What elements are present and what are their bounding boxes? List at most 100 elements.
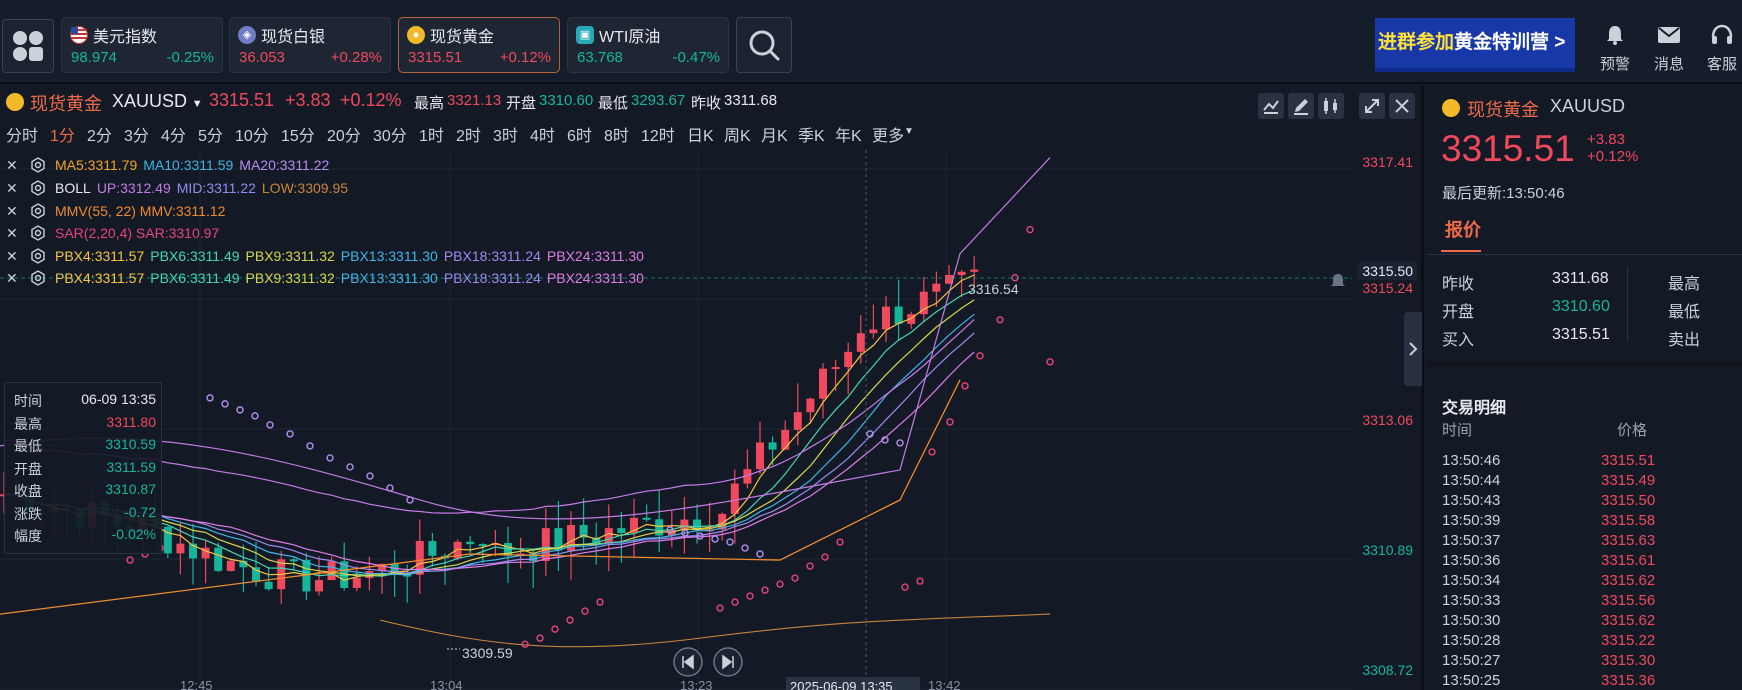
- search-button[interactable]: [736, 17, 792, 73]
- panel-symbol-name: 现货黄金: [1467, 100, 1539, 120]
- interval-tab[interactable]: 1时: [419, 122, 444, 146]
- x-axis-label: 13:04: [430, 678, 463, 690]
- trade-row: 13:50:37 3315.63: [1442, 532, 1655, 552]
- expand-side-panel-button[interactable]: [1404, 312, 1422, 386]
- interval-tab[interactable]: 日K: [687, 122, 714, 146]
- interval-tab[interactable]: 30分: [373, 122, 407, 146]
- sar-dot: [916, 577, 924, 585]
- indicator-values: SAR(2,20,4) SAR:3310.97: [55, 225, 225, 241]
- y-axis-label: 3310.89: [1362, 542, 1413, 558]
- ticker-spot-silver[interactable]: ◈ 现货白银 36.053 +0.28%: [229, 17, 391, 73]
- interval-tab[interactable]: 8时: [604, 122, 629, 146]
- draw-button[interactable]: [1288, 93, 1314, 119]
- settings-icon[interactable]: [30, 270, 46, 286]
- interval-tab[interactable]: 4分: [161, 122, 186, 146]
- high-label: 最高: [414, 95, 445, 112]
- interval-tab[interactable]: 月K: [761, 122, 788, 146]
- fullscreen-button[interactable]: [1359, 93, 1385, 119]
- sar-dot: [756, 550, 764, 558]
- ticker-usd-index[interactable]: 美元指数 98.974 -0.25%: [61, 17, 223, 73]
- indicator-value: MA5:3311.79: [55, 157, 138, 173]
- remove-indicator-icon[interactable]: ✕: [6, 225, 22, 241]
- indicator-value: UP:3312.49: [96, 180, 171, 196]
- y-axis-label: 3315.24: [1362, 280, 1413, 296]
- interval-tab[interactable]: 周K: [724, 122, 751, 146]
- candle-body: [214, 547, 223, 571]
- indicator-value: PBX18:3311.24: [443, 248, 541, 264]
- indicator-value: PBX9:3311.32: [245, 248, 335, 264]
- promo-banner[interactable]: 进群参加黄金特训营 >: [1375, 18, 1575, 72]
- trade-time: 13:50:39: [1442, 512, 1501, 529]
- remove-indicator-icon[interactable]: ✕: [6, 180, 22, 196]
- close-chart-button[interactable]: [1389, 93, 1415, 119]
- interval-tab[interactable]: 20分: [327, 122, 361, 146]
- indicator-values: PBX4:3311.57 PBX6:3311.49 PBX9:3311.32 PBX1…: [55, 248, 650, 264]
- indicator-value: PBX6:3311.49: [150, 248, 240, 264]
- candle-body: [176, 543, 185, 554]
- search-icon: [749, 30, 780, 61]
- remove-indicator-icon[interactable]: ✕: [6, 248, 22, 264]
- tab-quote[interactable]: 报价: [1445, 216, 1481, 242]
- interval-tab[interactable]: 1分: [50, 122, 75, 146]
- panel-change-pct: +0.12%: [1587, 148, 1639, 165]
- trade-time: 13:50:30: [1442, 612, 1501, 629]
- ticker-wti-oil[interactable]: ▣ WTI原油 63.768 -0.47%: [567, 17, 729, 73]
- interval-tab[interactable]: 2分: [87, 122, 112, 146]
- top-bar: 美元指数 98.974 -0.25% ◈ 现货白银 36.053 +0.28% …: [0, 0, 1742, 84]
- interval-tab[interactable]: 5分: [198, 122, 223, 146]
- quote-label: 最低: [1668, 304, 1701, 321]
- candle-body: [793, 412, 802, 430]
- settings-icon[interactable]: [30, 225, 46, 241]
- trade-time: 13:50:25: [1442, 672, 1501, 689]
- support-button[interactable]: 客服: [1697, 24, 1742, 74]
- ohlc-row: 收盘 3310.87: [14, 481, 156, 501]
- remove-indicator-icon[interactable]: ✕: [6, 157, 22, 173]
- open-label: 开盘: [506, 95, 537, 112]
- settings-icon[interactable]: [30, 157, 46, 173]
- messages-button[interactable]: 消息: [1644, 24, 1694, 74]
- remove-indicator-icon[interactable]: ✕: [6, 270, 22, 286]
- settings-icon[interactable]: [30, 248, 46, 264]
- candle-body: [756, 442, 764, 470]
- chart-type-button[interactable]: [1318, 93, 1344, 119]
- ticker-change: +0.28%: [330, 49, 382, 66]
- trade-time: 13:50:36: [1442, 552, 1501, 569]
- settings-icon[interactable]: [30, 203, 46, 219]
- interval-tab[interactable]: 4时: [530, 122, 555, 146]
- symbol-selector[interactable]: XAUUSD ▼: [112, 91, 203, 112]
- gold-coin-icon: [6, 93, 24, 111]
- interval-tab[interactable]: 季K: [798, 122, 825, 146]
- trade-time: 13:50:43: [1442, 492, 1501, 509]
- remove-indicator-icon[interactable]: ✕: [6, 203, 22, 219]
- tool-label: 客服: [1706, 56, 1737, 73]
- candle-body: [642, 517, 651, 520]
- promo-text: 黄金特训营 >: [1454, 32, 1566, 53]
- expand-icon: [1365, 99, 1379, 113]
- sar-dot: [521, 640, 529, 648]
- crosshair-time-label: 2025-06-09 13:35: [790, 679, 893, 690]
- settings-icon[interactable]: [30, 180, 46, 196]
- interval-tab[interactable]: 更多: [872, 122, 904, 146]
- ohlc-row: 时间 06-09 13:35: [14, 391, 156, 411]
- interval-tab[interactable]: 12时: [641, 122, 675, 146]
- interval-tab[interactable]: 15分: [281, 122, 315, 146]
- indicator-value: MA10:3311.59: [143, 157, 234, 173]
- trade-time: 13:50:34: [1442, 572, 1501, 589]
- interval-tab[interactable]: 6时: [567, 122, 592, 146]
- quote-value: 3311.68: [1552, 270, 1609, 287]
- sar-dot: [731, 598, 739, 606]
- interval-tab[interactable]: 3时: [493, 122, 518, 146]
- interval-tab[interactable]: 2时: [456, 122, 481, 146]
- indicator-button[interactable]: [1258, 93, 1284, 119]
- interval-tab[interactable]: 年K: [835, 122, 862, 146]
- sar-dot: [366, 472, 374, 480]
- trade-price: 3315.49: [1601, 472, 1656, 489]
- alert-button[interactable]: 预警: [1590, 24, 1640, 74]
- interval-tab[interactable]: 10分: [235, 122, 269, 146]
- ticker-spot-gold[interactable]: ● 现货黄金 3315.51 +0.12%: [398, 17, 560, 73]
- interval-tab[interactable]: 分时: [6, 122, 38, 146]
- sar-dot: [386, 484, 394, 492]
- ohlc-row: 开盘 3311.59: [14, 459, 156, 479]
- interval-tab[interactable]: 3分: [124, 122, 149, 146]
- apps-grid-button[interactable]: [2, 19, 54, 73]
